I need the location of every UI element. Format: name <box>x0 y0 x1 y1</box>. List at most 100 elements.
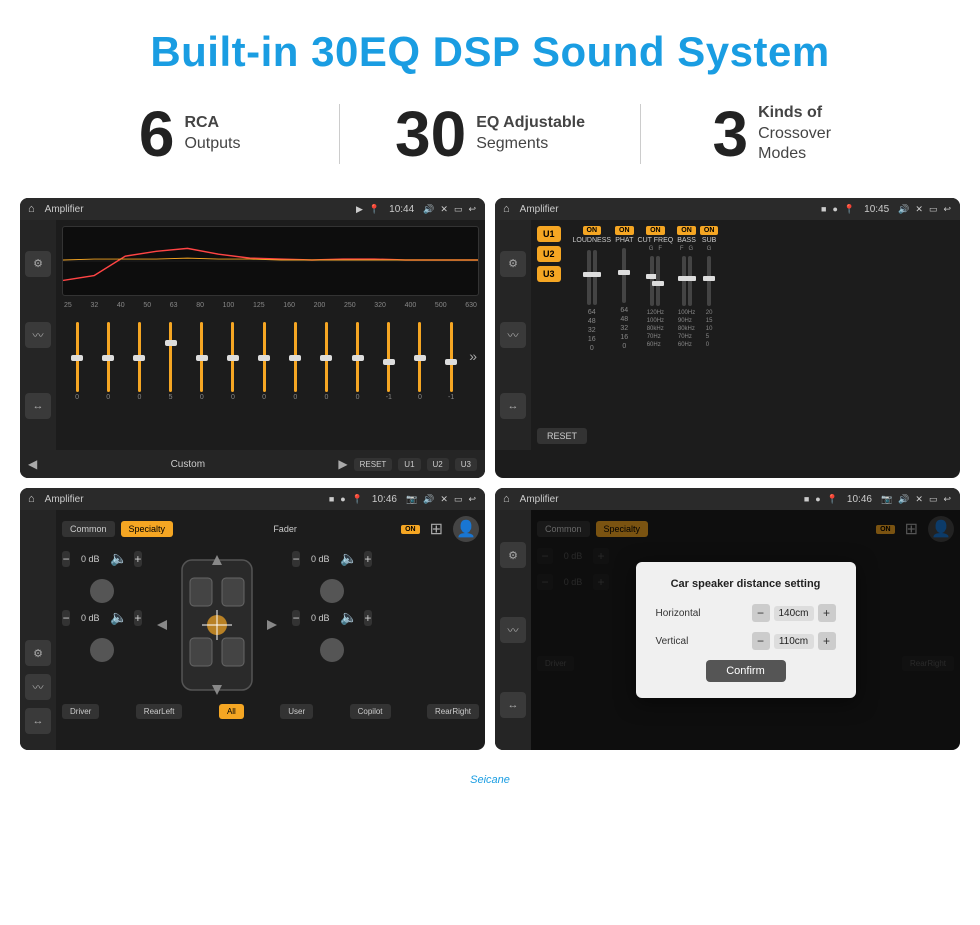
eq-prev-btn[interactable]: ◀ <box>28 457 37 471</box>
amp-loudness: ON LOUDNESS 64 48 <box>573 226 612 420</box>
dist-window-icon: ▭ <box>929 494 938 505</box>
fader-rearright-btn[interactable]: RearRight <box>427 704 479 719</box>
fader-all-btn[interactable]: All <box>219 704 244 719</box>
speaker-circle-1 <box>90 638 114 662</box>
eq-slider-10[interactable]: -1 <box>376 322 402 401</box>
eq-filter-icon[interactable]: ⚙ <box>25 251 51 277</box>
amp-home-icon[interactable]: ⌂ <box>503 203 510 215</box>
dist-home-icon[interactable]: ⌂ <box>503 493 510 505</box>
eq-slider-3[interactable]: 5 <box>158 322 184 401</box>
vol-row-3: − 0 dB 🔈 + <box>292 609 372 626</box>
dialog-vertical-minus[interactable]: − <box>752 632 770 650</box>
dialog-vertical-val: 110cm <box>774 634 814 649</box>
amp-phat-on[interactable]: ON <box>615 226 634 235</box>
eq-slider-2[interactable]: 0 <box>126 322 152 401</box>
amp-dot2-icon: ● <box>832 204 837 214</box>
amp-u3-btn[interactable]: U3 <box>537 266 561 282</box>
fader-right-controls: − 0 dB 🔈 + − 0 dB 🔈 + <box>292 550 372 700</box>
dialog-vertical-plus[interactable]: + <box>818 632 836 650</box>
eq-screen-title: Amplifier <box>45 204 351 215</box>
eq-slider-4[interactable]: 0 <box>189 322 215 401</box>
fader-specialty-tab[interactable]: Specialty <box>121 521 174 537</box>
vol-plus-2[interactable]: + <box>364 551 372 567</box>
eq-slider-1[interactable]: 0 <box>95 322 121 401</box>
fader-user-btn[interactable]: User <box>280 704 313 719</box>
amp-phat: ON PHAT 64 48 32 16 0 <box>615 226 634 420</box>
fader-back-icon[interactable]: ↩ <box>468 494 476 505</box>
eq-slider-6[interactable]: 0 <box>251 322 277 401</box>
amp-u2-btn[interactable]: U2 <box>537 246 561 262</box>
eq-slider-5[interactable]: 0 <box>220 322 246 401</box>
amp-sub: ON SUB G 20 15 10 5 0 <box>700 226 719 420</box>
vol-plus-3[interactable]: + <box>364 610 372 626</box>
vol-plus-1[interactable]: + <box>134 610 142 626</box>
eq-u2-btn[interactable]: U2 <box>427 458 449 471</box>
amp-cutfreq-on[interactable]: ON <box>646 226 665 235</box>
dist-back-icon[interactable]: ↩ <box>943 494 951 505</box>
fader-wave-icon[interactable]: 〰 <box>25 674 51 700</box>
eq-u1-btn[interactable]: U1 <box>398 458 420 471</box>
amp-window-icon: ▭ <box>929 204 938 215</box>
fader-copilot-btn[interactable]: Copilot <box>350 704 391 719</box>
amp-reset-btn[interactable]: RESET <box>537 428 587 444</box>
dist-arrows-icon[interactable]: ↔ <box>500 692 526 718</box>
stat-rca: 6 RCA Outputs <box>40 102 339 166</box>
dist-filter-icon[interactable]: ⚙ <box>500 542 526 568</box>
home-icon[interactable]: ⌂ <box>28 203 35 215</box>
amp-wave-icon[interactable]: 〰 <box>500 322 526 348</box>
eq-slider-8[interactable]: 0 <box>313 322 339 401</box>
fader-screen-title: Amplifier <box>45 494 324 505</box>
amp-time: 10:45 <box>864 204 889 215</box>
eq-arrows-icon[interactable]: ↔ <box>25 393 51 419</box>
back-icon[interactable]: ↩ <box>468 204 476 215</box>
vol-minus-3[interactable]: − <box>292 610 300 626</box>
eq-slider-7[interactable]: 0 <box>282 322 308 401</box>
dist-volume-icon: 🔊 <box>898 494 909 505</box>
fader-arrows-icon[interactable]: ↔ <box>25 708 51 734</box>
dialog-confirm-btn[interactable]: Confirm <box>706 660 786 682</box>
eq-next-btn[interactable]: ▶ <box>338 457 347 471</box>
eq-slider-0[interactable]: 0 <box>64 322 90 401</box>
stat-eq-number: 30 <box>395 102 466 166</box>
amp-bass-on[interactable]: ON <box>677 226 696 235</box>
eq-wave-icon[interactable]: 〰 <box>25 322 51 348</box>
fader-filter-icon[interactable]: ⚙ <box>25 640 51 666</box>
fader-rearleft-btn[interactable]: RearLeft <box>136 704 183 719</box>
dist-screen-title: Amplifier <box>520 494 799 505</box>
vol-minus-0[interactable]: − <box>62 551 70 567</box>
vol-plus-0[interactable]: + <box>134 551 142 567</box>
dialog-horizontal-plus[interactable]: + <box>818 604 836 622</box>
fader-common-tab[interactable]: Common <box>62 521 115 537</box>
eq-slider-11[interactable]: 0 <box>407 322 433 401</box>
fader-on-badge[interactable]: ON <box>401 525 420 534</box>
vol-minus-1[interactable]: − <box>62 610 70 626</box>
eq-body: ⚙ 〰 ↔ 25 32 40 50 63 8 <box>20 220 485 450</box>
eq-reset-btn[interactable]: RESET <box>354 458 393 471</box>
amp-location-icon: 📍 <box>844 204 855 215</box>
amp-back-icon[interactable]: ↩ <box>943 204 951 215</box>
scroll-right-icon[interactable]: » <box>469 348 477 364</box>
amp-sub-on[interactable]: ON <box>700 226 719 235</box>
speaker-circle-3 <box>320 638 344 662</box>
dialog-horizontal-label: Horizontal <box>656 608 701 619</box>
fader-user-icon[interactable]: 👤 <box>453 516 479 542</box>
spk-icon-0: 🔈 <box>110 550 127 567</box>
vol-minus-2[interactable]: − <box>292 551 300 567</box>
vol-val-1: 0 dB <box>76 613 104 623</box>
eq-slider-9[interactable]: 0 <box>345 322 371 401</box>
eq-sliders: 0 0 0 5 0 <box>62 311 479 401</box>
eq-slider-12[interactable]: -1 <box>438 322 464 401</box>
fader-driver-btn[interactable]: Driver <box>62 704 99 719</box>
screens-grid: ⌂ Amplifier ▶ 📍 10:44 🔊 ✕ ▭ ↩ ⚙ 〰 ↔ <box>0 188 980 770</box>
dist-wave-icon[interactable]: 〰 <box>500 617 526 643</box>
amp-loudness-on[interactable]: ON <box>583 226 602 235</box>
dist-close-icon: ✕ <box>915 494 923 505</box>
amp-filter-icon[interactable]: ⚙ <box>500 251 526 277</box>
amp-arrows-icon[interactable]: ↔ <box>500 393 526 419</box>
amp-status-bar: ⌂ Amplifier ■ ● 📍 10:45 🔊 ✕ ▭ ↩ <box>495 198 960 220</box>
eq-chart <box>62 226 479 296</box>
fader-home-icon[interactable]: ⌂ <box>28 493 35 505</box>
dialog-horizontal-minus[interactable]: − <box>752 604 770 622</box>
amp-u1-btn[interactable]: U1 <box>537 226 561 242</box>
eq-u3-btn[interactable]: U3 <box>455 458 477 471</box>
